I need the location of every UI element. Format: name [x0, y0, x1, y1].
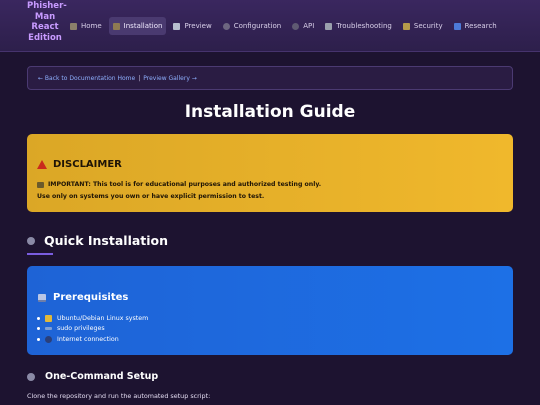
list-item: Internet connection: [37, 334, 148, 345]
prerequisites-list: Ubuntu/Debian Linux system sudo privileg…: [37, 313, 148, 345]
breadcrumb-separator: |: [138, 74, 141, 82]
nav-item-label: Research: [464, 22, 497, 30]
brand-title[interactable]: Phisher-Man React Edition: [27, 1, 67, 43]
nav-item-installation[interactable]: Installation: [108, 17, 167, 35]
top-nav-bar: Phisher-Man React Edition Home Installat…: [0, 0, 540, 52]
nav-item-label: Installation: [123, 22, 163, 30]
setup-description: Clone the repository and run the automat…: [27, 392, 211, 400]
lock-icon: [402, 22, 410, 30]
nav-item-label: Troubleshooting: [336, 22, 392, 30]
nav-item-label: Preview: [184, 22, 212, 30]
globe-icon: [45, 335, 52, 343]
nav-item-label: Configuration: [233, 22, 282, 30]
nav-item-configuration[interactable]: Configuration: [219, 17, 285, 35]
disclaimer-title: DISCLAIMER: [53, 159, 122, 170]
quick-installation-title: Quick Installation: [44, 233, 169, 248]
quick-installation-heading: Quick Installation: [27, 233, 168, 248]
nav-item-home[interactable]: Home: [66, 17, 106, 35]
bullet-icon: [37, 316, 40, 320]
page-title: Installation Guide: [184, 102, 356, 122]
gear-icon: [222, 22, 230, 30]
linux-icon: [45, 314, 52, 322]
disclaimer-text-2: Use only on systems you own or have expl…: [37, 193, 265, 200]
key-icon: [45, 327, 52, 331]
disclaimer-text-1: IMPORTANT: This tool is for educational …: [48, 181, 322, 188]
prerequisites-panel: Prerequisites Ubuntu/Debian Linux system…: [27, 266, 513, 355]
nav-item-label: Home: [81, 22, 102, 30]
disclaimer-panel: DISCLAIMER IMPORTANT: This tool is for e…: [27, 134, 513, 212]
heading-underline: [27, 253, 53, 255]
nav-item-troubleshooting[interactable]: Troubleshooting: [321, 17, 396, 35]
list-item: sudo privileges: [37, 324, 148, 335]
warning-icon: [37, 160, 47, 169]
one-command-setup-title: One-Command Setup: [45, 371, 159, 382]
nav-item-api[interactable]: API: [288, 17, 318, 35]
document-icon: [173, 22, 181, 30]
disclaimer-line-1: IMPORTANT: This tool is for educational …: [37, 181, 321, 188]
computer-icon: [38, 293, 46, 302]
preview-gallery-link[interactable]: Preview Gallery →: [143, 75, 197, 82]
bullet-icon: [37, 337, 40, 341]
nav-item-label: Security: [413, 22, 443, 30]
rocket-icon: [27, 236, 35, 245]
book-icon: [453, 22, 461, 30]
breadcrumb: ← Back to Documentation Home | Preview G…: [27, 66, 513, 90]
nav-item-label: API: [303, 22, 315, 30]
main-nav: Home Installation Preview Configuration …: [66, 17, 501, 35]
list-item: Ubuntu/Debian Linux system: [37, 313, 148, 324]
one-command-setup-heading: One-Command Setup: [27, 371, 158, 382]
rocket-icon: [27, 372, 35, 381]
list-item-label: Internet connection: [57, 335, 119, 343]
list-item-label: sudo privileges: [57, 325, 105, 333]
disclaimer-header: DISCLAIMER: [37, 159, 122, 170]
prerequisites-title: Prerequisites: [53, 292, 129, 303]
nav-item-security[interactable]: Security: [399, 17, 447, 35]
package-icon: [112, 22, 120, 30]
bullet-icon: [37, 327, 40, 331]
home-icon: [70, 22, 77, 30]
prerequisites-header: Prerequisites: [38, 292, 128, 303]
nav-item-research[interactable]: Research: [450, 17, 501, 35]
star-icon: [292, 22, 300, 30]
nav-item-preview[interactable]: Preview: [169, 17, 215, 35]
wrench-icon: [325, 22, 333, 30]
alert-icon: [37, 181, 44, 188]
back-home-link[interactable]: ← Back to Documentation Home: [38, 75, 135, 82]
list-item-label: Ubuntu/Debian Linux system: [57, 314, 149, 322]
